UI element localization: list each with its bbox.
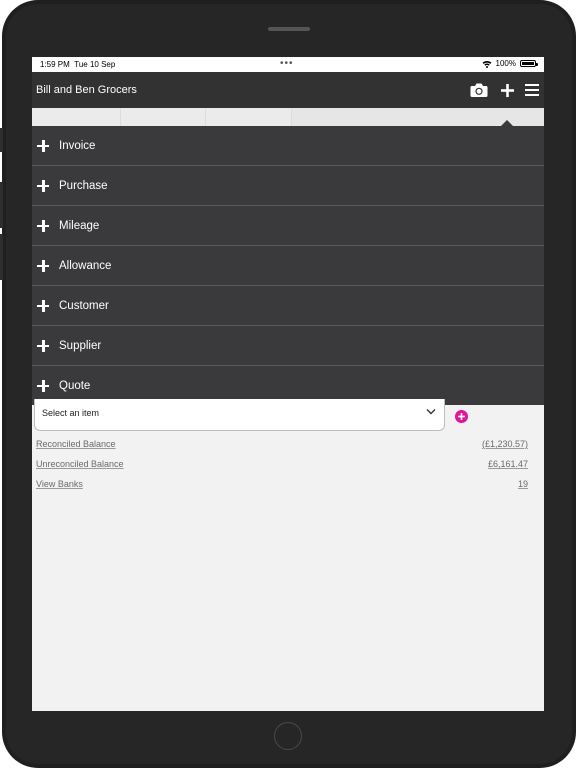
menu-item-customer[interactable]: Customer (32, 286, 544, 326)
add-bank-button[interactable] (455, 410, 468, 423)
multitasking-dots[interactable]: ••• (280, 58, 294, 69)
status-time: 1:59 PM Tue 10 Sep (40, 60, 116, 69)
plus-icon (37, 259, 49, 272)
plus-icon (37, 339, 49, 352)
battery-icon (520, 60, 538, 67)
home-button[interactable] (274, 722, 302, 750)
view-banks-link[interactable]: View Banks (36, 479, 83, 489)
plus-icon (37, 379, 49, 392)
battery-percent: 100% (495, 59, 516, 68)
chevron-down-icon (426, 407, 436, 417)
unreconciled-balance-link[interactable]: Unreconciled Balance (36, 459, 124, 469)
quick-add-menu: Invoice Purchase Mileage Allowance Custo… (32, 126, 544, 405)
plus-icon (37, 139, 49, 152)
tab-strip (32, 108, 544, 126)
volume-up-button (0, 182, 3, 228)
view-banks-count[interactable]: 19 (518, 479, 528, 489)
status-bar: 1:59 PM Tue 10 Sep ••• 100% (32, 57, 544, 72)
menu-item-label: Invoice (59, 139, 96, 152)
wifi-icon (482, 60, 492, 68)
page-title: Bill and Ben Grocers (36, 84, 137, 96)
menu-item-invoice[interactable]: Invoice (32, 126, 544, 166)
status-right: 100% (482, 59, 538, 68)
camera-icon[interactable] (469, 80, 489, 100)
tab-segment[interactable] (206, 108, 292, 126)
reconciled-balance-link[interactable]: Reconciled Balance (36, 439, 116, 449)
bank-select[interactable]: Select an item (34, 399, 445, 431)
menu-item-mileage[interactable]: Mileage (32, 206, 544, 246)
app-header: Bill and Ben Grocers (32, 72, 544, 108)
plus-icon (458, 413, 465, 420)
reconciled-balance-value[interactable]: (£1,230.57) (482, 439, 528, 449)
hamburger-menu-icon[interactable] (522, 80, 542, 100)
volume-down-button (0, 234, 3, 280)
bank-select-value: Select an item (42, 408, 100, 418)
tab-segment[interactable] (121, 108, 206, 126)
side-button (0, 128, 3, 152)
plus-icon (37, 179, 49, 192)
menu-item-label: Allowance (59, 259, 112, 272)
front-camera (268, 27, 310, 31)
menu-item-label: Quote (59, 379, 91, 392)
menu-item-label: Customer (59, 299, 109, 312)
plus-icon[interactable] (497, 80, 517, 100)
app-screen: 1:59 PM Tue 10 Sep ••• 100% Bill and Ben… (32, 57, 544, 711)
unreconciled-balance-value[interactable]: £6,161.47 (488, 459, 528, 469)
menu-item-label: Mileage (59, 219, 100, 232)
plus-icon (37, 299, 49, 312)
menu-item-label: Supplier (59, 339, 102, 352)
plus-icon (37, 219, 49, 232)
menu-item-label: Purchase (59, 179, 108, 192)
menu-item-allowance[interactable]: Allowance (32, 246, 544, 286)
menu-item-purchase[interactable]: Purchase (32, 166, 544, 206)
menu-item-supplier[interactable]: Supplier (32, 326, 544, 366)
tab-segment[interactable] (32, 108, 121, 126)
